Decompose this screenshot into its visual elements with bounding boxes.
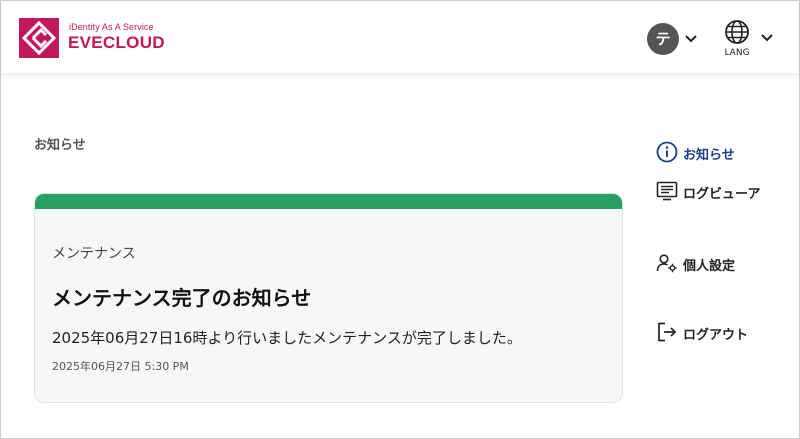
avatar[interactable]: テ [647, 23, 679, 55]
notice-card[interactable]: メンテナンス メンテナンス完了のお知らせ 2025年06月27日16時より行いま… [34, 193, 623, 403]
sidebar-item-label: 個人設定 [683, 259, 736, 274]
top-header: iDentity As A Service EVECLOUD テ LANG [1, 1, 799, 73]
chevron-down-icon [685, 35, 697, 43]
notice-category: メンテナンス [52, 246, 136, 262]
lang-label: LANG [724, 48, 750, 58]
notice-body: 2025年06月27日16時より行いましたメンテナンスが完了しました。 [52, 329, 522, 347]
sidebar-item-label: お知らせ [683, 148, 735, 163]
notice-accent-bar [35, 194, 622, 209]
language-menu-button[interactable]: LANG [721, 19, 777, 61]
brand-tagline: iDentity As A Service [69, 22, 154, 32]
sidebar-item-label: ログビューア [683, 187, 761, 202]
notice-date: 2025年06月27日 5:30 PM [52, 360, 189, 373]
globe-icon [725, 20, 749, 44]
chevron-down-icon [761, 34, 773, 42]
sidebar-item-label: ログアウト [683, 328, 749, 343]
notice-title: メンテナンス完了のお知らせ [52, 286, 312, 310]
user-menu-button[interactable]: テ [647, 23, 701, 55]
user-settings-icon [656, 254, 677, 273]
evecloud-logo-icon[interactable] [19, 18, 59, 58]
info-icon [656, 141, 678, 163]
logout-icon [658, 322, 677, 342]
brand-name[interactable]: EVECLOUD [68, 33, 165, 53]
log-viewer-icon [656, 181, 678, 201]
page-title: お知らせ [34, 138, 86, 153]
